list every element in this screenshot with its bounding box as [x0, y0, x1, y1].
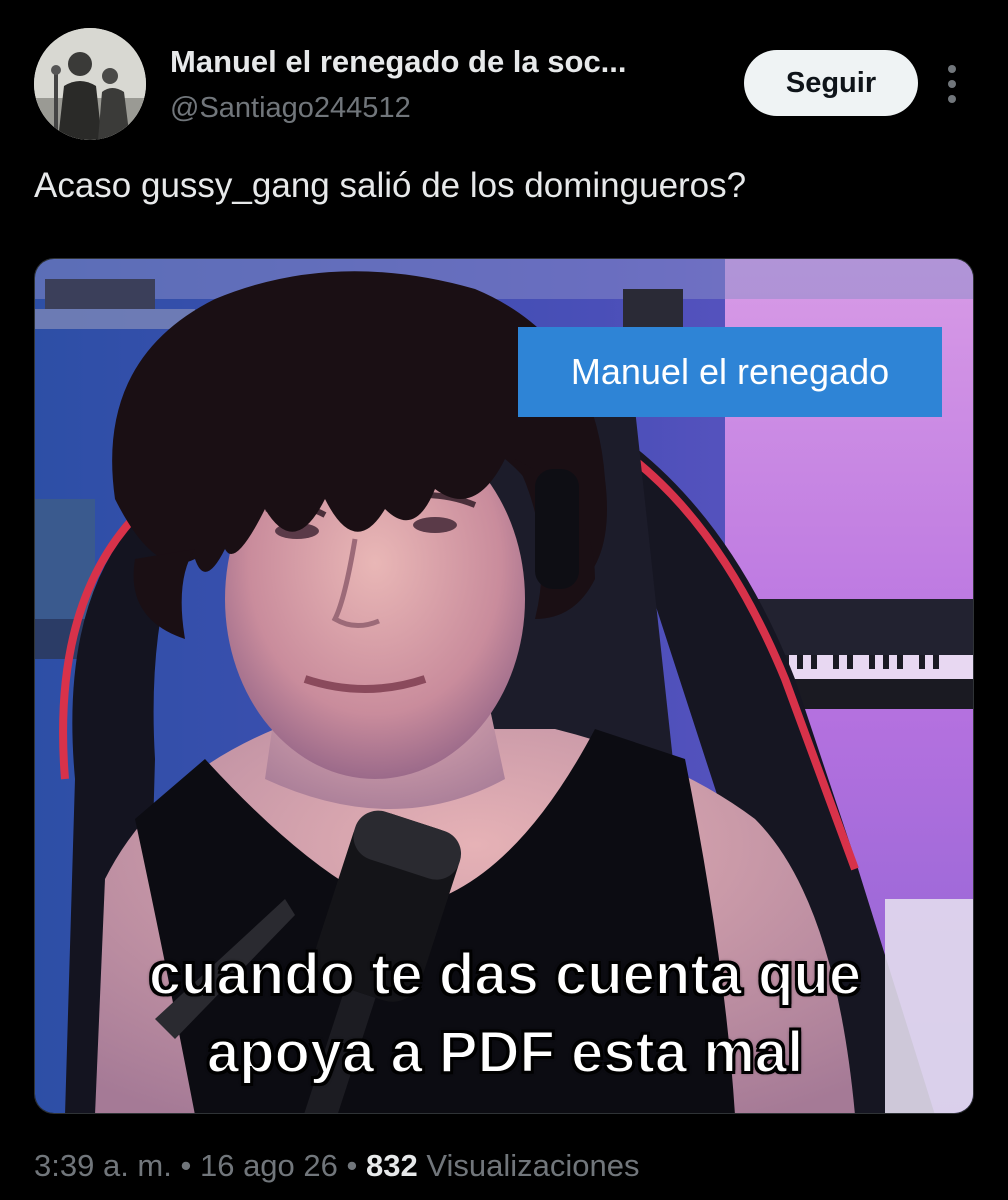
more-options-icon[interactable] [936, 58, 968, 110]
meta-separator: • [180, 1148, 192, 1183]
author-name[interactable]: Manuel el renegado de la soc... [170, 44, 627, 80]
media-label-box: Manuel el renegado [518, 327, 942, 417]
author-handle[interactable]: @Santiago244512 [170, 92, 411, 125]
author-avatar[interactable] [34, 28, 146, 140]
follow-button[interactable]: Seguir [744, 50, 918, 116]
media-caption-line1: cuando te das cuenta que [148, 941, 862, 1008]
tweet-text: Acaso gussy_gang salió de los dominguero… [34, 166, 747, 205]
views-label: Visualizaciones [426, 1148, 640, 1183]
tweet-meta: 3:39 a. m. • 16 ago 26 • 832 Visualizaci… [34, 1148, 639, 1184]
dot [948, 65, 956, 73]
dot [948, 80, 956, 88]
views-count: 832 [366, 1148, 418, 1183]
tweet-media-image[interactable]: Manuel el renegado cuando te das cuenta … [34, 258, 974, 1114]
media-caption-line2: apoya a PDF esta mal [206, 1019, 804, 1086]
tweet-card: Manuel el renegado de la soc... @Santiag… [0, 0, 1008, 1200]
avatar-photo-icon [34, 28, 146, 140]
dot [948, 95, 956, 103]
tweet-date[interactable]: 16 ago 26 [200, 1148, 338, 1183]
meta-separator: • [346, 1148, 358, 1183]
tweet-time[interactable]: 3:39 a. m. [34, 1148, 172, 1183]
